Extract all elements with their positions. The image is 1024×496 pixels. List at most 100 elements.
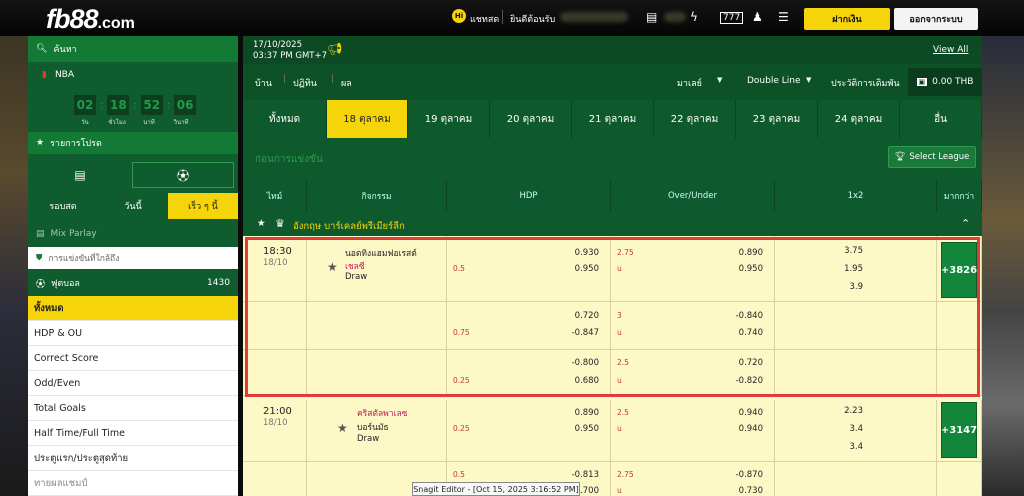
menu-odd-even[interactable]: Odd/Even <box>28 371 238 396</box>
odds-hdp-away[interactable]: 0.950 <box>559 424 599 434</box>
date-bar: 17/10/2025 03:37 PM GMT+7 📢︎ View All <box>243 36 982 64</box>
star-icon[interactable]: ★ <box>257 218 266 229</box>
menu-all[interactable]: ทั้งหมด <box>28 296 238 321</box>
balance-display: ▣ 0.00 THB <box>908 68 982 96</box>
view-all-link[interactable]: View All <box>933 45 968 55</box>
ou-under-label: u <box>617 486 622 495</box>
hdp-line: 0.5 <box>453 470 465 479</box>
col-1x2: 1x2 <box>775 180 937 212</box>
chevron-down-icon: ▼ <box>717 76 723 84</box>
section-title: ก่อนการแข่งขัน <box>255 154 323 165</box>
favorites-header[interactable]: ★ รายการโปรด <box>28 132 238 154</box>
wallet-icon[interactable]: ▤ <box>646 10 657 24</box>
star-icon[interactable]: ★ <box>337 421 348 435</box>
menu-outright[interactable]: ทายผลแชมป์ <box>28 471 238 496</box>
menu-hdp-ou[interactable]: HDP & OU <box>28 321 238 346</box>
search-header[interactable]: 🔍︎ ค้นหา <box>28 36 238 62</box>
tab-oct-18[interactable]: 18 ตุลาคม <box>327 100 408 138</box>
refresh-icon[interactable]: ϟ <box>690 10 698 24</box>
promo-icon[interactable]: 777 <box>720 12 744 24</box>
match-time: 21:00 <box>263 406 292 417</box>
tab-oct-24[interactable]: 24 ตุลาคม <box>818 100 900 138</box>
col-over-under: Over/Under <box>611 180 775 212</box>
timer-hours: 18 <box>107 95 130 115</box>
tab-oct-19[interactable]: 19 ตุลาคม <box>408 100 490 138</box>
league-bar[interactable]: ★ ♛ อังกฤษ บาร์เคลย์พรีเมียร์ลีก ⌃ <box>243 214 982 236</box>
timer-minutes: 52 <box>140 95 163 115</box>
nav-calendar[interactable]: ปฏิทิน <box>293 76 317 90</box>
logo[interactable]: fb88.com <box>46 4 135 35</box>
menu-correct-score[interactable]: Correct Score <box>28 346 238 371</box>
odds-type-select[interactable]: มาเลย์ <box>677 76 702 90</box>
current-date: 17/10/2025 <box>253 40 302 50</box>
select-league-button[interactable]: 🏆︎ Select League <box>888 146 976 168</box>
user-icon[interactable]: ♟ <box>752 10 763 24</box>
balance-icon: ▣ <box>916 78 928 86</box>
tab-soon[interactable]: เร็ว ๆ นี้ <box>168 193 238 219</box>
tab-oct-22[interactable]: 22 ตุลาคม <box>654 100 736 138</box>
more-markets-button[interactable]: +3147 <box>941 402 977 458</box>
tab-oct-21[interactable]: 21 ตุลาคม <box>572 100 654 138</box>
draw-label: Draw <box>357 434 380 444</box>
odds-hdp-home[interactable]: -0.813 <box>559 470 599 480</box>
league-logo-icon: ♛ <box>275 217 285 230</box>
ball-icon[interactable]: ⚽︎ <box>132 162 234 188</box>
odds-under[interactable]: 0.940 <box>723 424 763 434</box>
tab-other[interactable]: อื่น <box>900 100 982 138</box>
odds-under[interactable]: 0.730 <box>723 486 763 496</box>
list-view-icon[interactable]: ▤ <box>28 162 132 188</box>
date-tabs: ทั้งหมด 18 ตุลาคม 19 ตุลาคม 20 ตุลาคม 21… <box>243 100 982 138</box>
chat-icon[interactable]: Hi <box>452 9 466 23</box>
username-redacted <box>560 12 628 22</box>
odds-over[interactable]: 0.940 <box>723 408 763 418</box>
deposit-button[interactable]: ฝากเงิน <box>804 8 890 30</box>
line-select[interactable]: Double Line <box>747 76 801 86</box>
timer-days: 02 <box>74 95 96 115</box>
menu-total-goals[interactable]: Total Goals <box>28 396 238 421</box>
tab-today[interactable]: วันนี้ <box>98 199 168 213</box>
menu-first-last-goal[interactable]: ประตูแรก/ประตูสุดท้าย <box>28 446 238 471</box>
ou-under-label: u <box>617 424 622 433</box>
league-name: อังกฤษ บาร์เคลย์พรีเมียร์ลีก <box>293 221 405 232</box>
home-team: คริสตัลพาเลซ <box>357 409 408 419</box>
odds-hdp-home[interactable]: 0.890 <box>559 408 599 418</box>
tab-oct-23[interactable]: 23 ตุลาคม <box>736 100 818 138</box>
chevron-up-icon[interactable]: ⌃ <box>961 217 970 230</box>
balance-redacted <box>664 12 686 22</box>
upcoming-icon: ⛊ <box>36 253 43 263</box>
match-date: 18/10 <box>263 418 288 428</box>
menu-ht-ft[interactable]: Half Time/Full Time <box>28 421 238 446</box>
tab-oct-20[interactable]: 20 ตุลาคม <box>490 100 572 138</box>
upcoming-item[interactable]: ⛊ การแข่งขันที่ใกล้ถึง <box>28 247 238 269</box>
col-time: ไทม์ <box>243 180 307 212</box>
odds-2[interactable]: 3.4 <box>823 424 863 434</box>
nba-icon: ▮ <box>42 70 47 80</box>
tab-all[interactable]: ทั้งหมด <box>243 100 327 138</box>
nav-results[interactable]: ผล <box>341 76 352 90</box>
logout-button[interactable]: ออกจากระบบ <box>894 8 978 30</box>
announcement-icon[interactable]: 📢︎ <box>327 42 342 56</box>
mix-parlay[interactable]: ▤ Mix Parlay <box>28 224 238 244</box>
current-time: 03:37 PM GMT+7 <box>253 51 328 61</box>
view-toggle: ▤ ⚽︎ <box>28 162 238 188</box>
live-chat-link[interactable]: แชทสด <box>470 12 499 26</box>
search-label: ค้นหา <box>53 45 77 55</box>
sport-nba[interactable]: ▮ NBA <box>28 66 238 84</box>
odds-1[interactable]: 2.23 <box>823 406 863 416</box>
col-hdp: HDP <box>447 180 611 212</box>
trophy-icon: 🏆︎ <box>894 152 906 162</box>
list-icon[interactable]: ☰ <box>778 10 789 24</box>
col-more: มากกว่า <box>937 180 982 212</box>
football-header[interactable]: ⚽︎ ฟุตบอล 1430 <box>28 273 238 293</box>
divider <box>502 10 503 24</box>
odds-over[interactable]: -0.870 <box>723 470 763 480</box>
tab-live[interactable]: รอบสด <box>28 199 98 213</box>
odds-x[interactable]: 3.4 <box>823 442 863 452</box>
nav-home[interactable]: บ้าน <box>255 76 272 90</box>
nav-bar: บ้าน | ปฏิทิน | ผล มาเลย์ ▼ Double Line … <box>243 64 982 100</box>
section-header: ก่อนการแข่งขัน <box>243 138 982 178</box>
tooltip: Snagit Editor - [Oct 15, 2025 3:16:52 PM… <box>412 482 580 496</box>
countdown-timer: 02: 18: 52: 06 <box>28 94 238 116</box>
highlight-box <box>245 237 980 397</box>
bet-history-link[interactable]: ประวัติการเดิมพัน <box>831 76 900 90</box>
